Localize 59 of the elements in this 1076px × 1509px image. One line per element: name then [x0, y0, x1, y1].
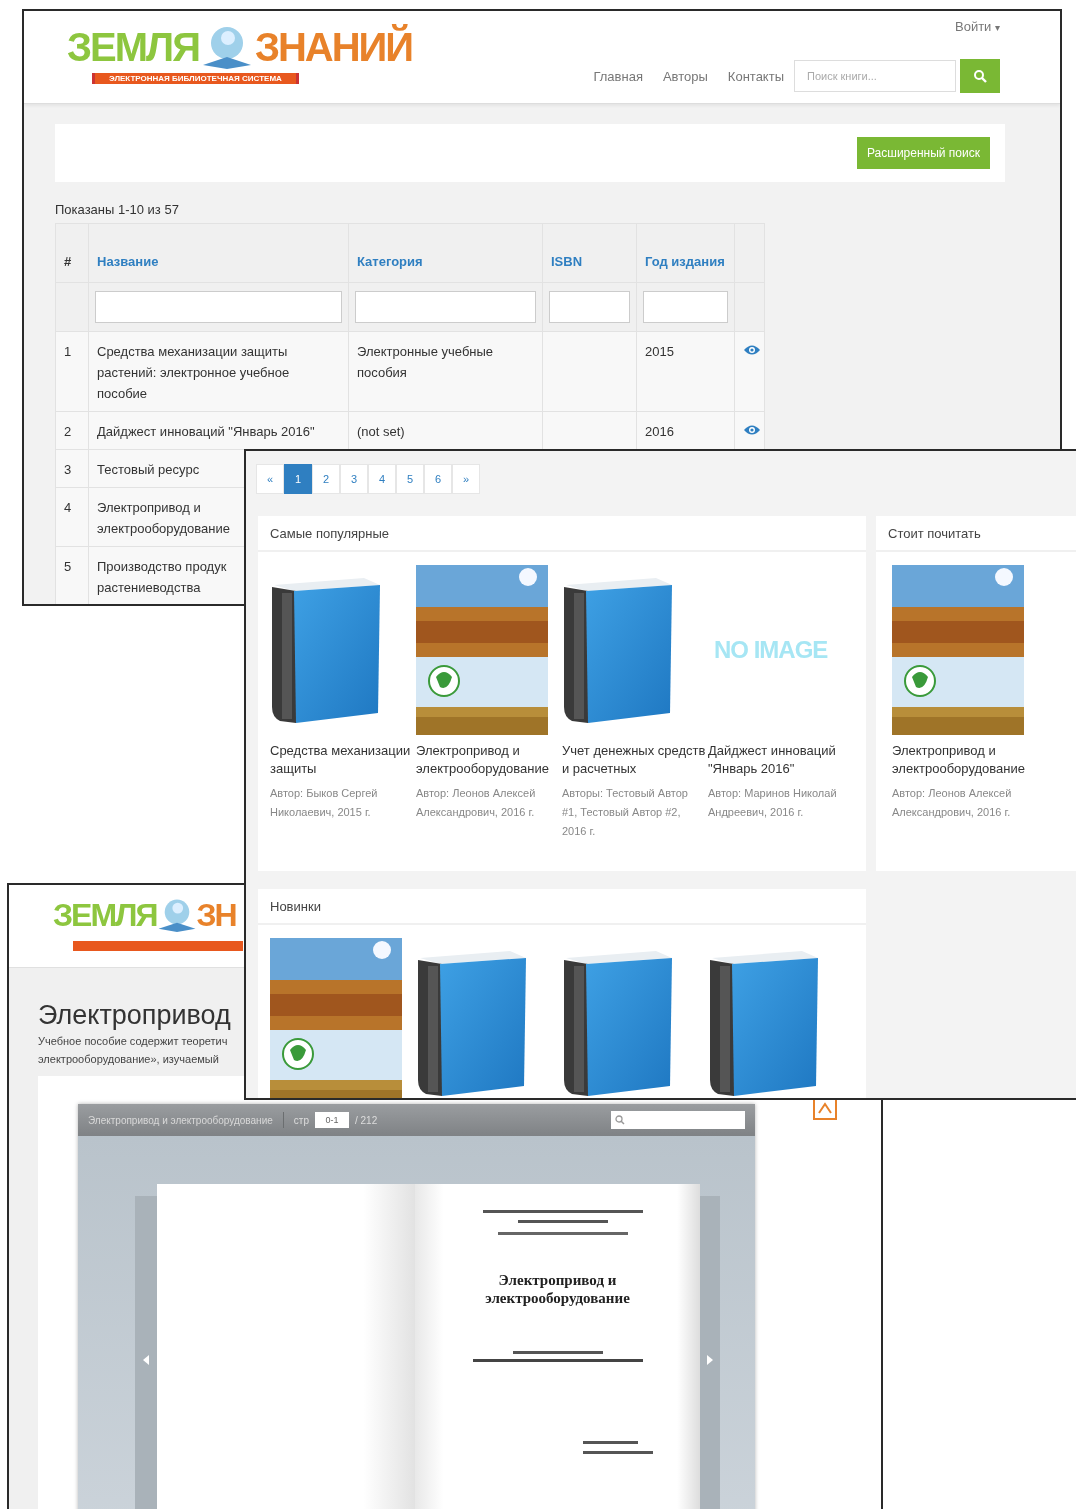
book-author: Автор: Маринов Николай Андреевич, 2016 г. — [708, 786, 838, 820]
book-author: Автор: Быков Сергей Николаевич, 2015 г. — [270, 786, 379, 820]
table-cell-text: Электропривод и электрооборудование — [97, 499, 231, 538]
row-number: 3 — [64, 462, 72, 477]
column-sort-link[interactable]: Категория — [357, 254, 423, 269]
pagination-link[interactable]: « — [256, 464, 284, 494]
logo-text: ЗЕМЛЯ — [53, 897, 157, 933]
document-title: Электропривод и электрооборудование — [484, 1271, 631, 1307]
row-number: 2 — [64, 424, 72, 439]
search-field[interactable]: Поиск книги... — [794, 60, 956, 92]
table-cell: (not set) — [357, 424, 405, 439]
column-sort-link[interactable]: ISBN — [551, 254, 583, 269]
table-cell: Электронные учебные пособия — [357, 344, 494, 380]
pagination-link[interactable]: 4 — [368, 464, 396, 494]
book-title-link[interactable]: Дайджест инноваций "Январь 2016" — [708, 742, 852, 778]
page-label: стр — [293, 1114, 309, 1126]
logo-text: ЗЕМЛЯ — [67, 25, 199, 69]
table-cell-text: Тестовый ресурс — [97, 461, 201, 479]
nav-link[interactable]: Авторы — [662, 68, 708, 84]
pagination-link[interactable]: 2 — [312, 464, 340, 494]
panel-title: Новинки — [270, 898, 321, 914]
logo-text: ЗН — [196, 897, 236, 933]
book-title-link[interactable]: Электропривод и электрооборудование — [416, 742, 560, 778]
description-text: электрооборудование», изучаемый — [38, 1052, 220, 1067]
book-author: Авторы: Тестовый Автор #1, Тестовый Автор #2, 2016 г. — [562, 786, 689, 839]
pagination-link[interactable]: 1 — [284, 464, 312, 494]
nav-link[interactable]: Главная — [593, 68, 643, 84]
table-cell-text: Производство продук растениеводства — [97, 558, 228, 597]
book-author: Автор: Леонов Алексей Александрович, 2016 г. — [892, 786, 1013, 820]
document-title: Электропривод и электрооборудование — [88, 1114, 273, 1126]
book-title-link[interactable]: Средства механизации защиты — [270, 742, 414, 778]
tagline-ribbon: ЭЛЕКТРОННАЯ БИБЛИОТЕЧНАЯ СИСТЕМА — [92, 73, 299, 84]
login-link[interactable]: Войти ▾ — [955, 19, 1000, 34]
logo-text: ЗНАНИЙ — [254, 25, 413, 69]
column-sort-link[interactable]: Название — [97, 254, 159, 269]
pagination-link[interactable]: 3 — [340, 464, 368, 494]
table-cell-text: Средства механизации защиты растений: электронное учебное пособие — [97, 343, 291, 403]
page-total: / 212 — [354, 1114, 378, 1126]
advanced-search-button[interactable]: Расширенный поиск — [857, 137, 990, 169]
row-number: 5 — [64, 559, 72, 574]
description-text: Учебное пособие содержит теоретич — [38, 1034, 229, 1049]
book-title-link[interactable]: Электропривод и электрооборудование — [892, 742, 1036, 778]
book-heading: Электропривод — [38, 999, 232, 1032]
table-cell: 2015 — [645, 344, 674, 359]
table-cell: 2016 — [645, 424, 674, 439]
pagination-link[interactable]: 5 — [396, 464, 424, 494]
page-field[interactable]: 0-1 — [314, 1112, 349, 1128]
results-summary: Показаны 1-10 из 57 — [55, 202, 180, 217]
nav-link[interactable]: Контакты — [727, 68, 784, 84]
panel-title: Стоит почитать — [888, 525, 981, 541]
book-author: Автор: Леонов Алексей Александрович, 2016 г. — [416, 786, 537, 820]
pagination-link[interactable]: » — [452, 464, 480, 494]
row-number: 1 — [64, 344, 72, 359]
table-cell-text: Дайджест инноваций "Январь 2016" — [97, 423, 316, 441]
book-title-link[interactable]: Учет денежных средств и расчетных — [562, 742, 706, 778]
pagination-link[interactable]: 6 — [424, 464, 452, 494]
row-number: 4 — [64, 500, 72, 515]
column-header: # — [64, 254, 72, 269]
panel-title: Самые популярные — [270, 525, 390, 541]
